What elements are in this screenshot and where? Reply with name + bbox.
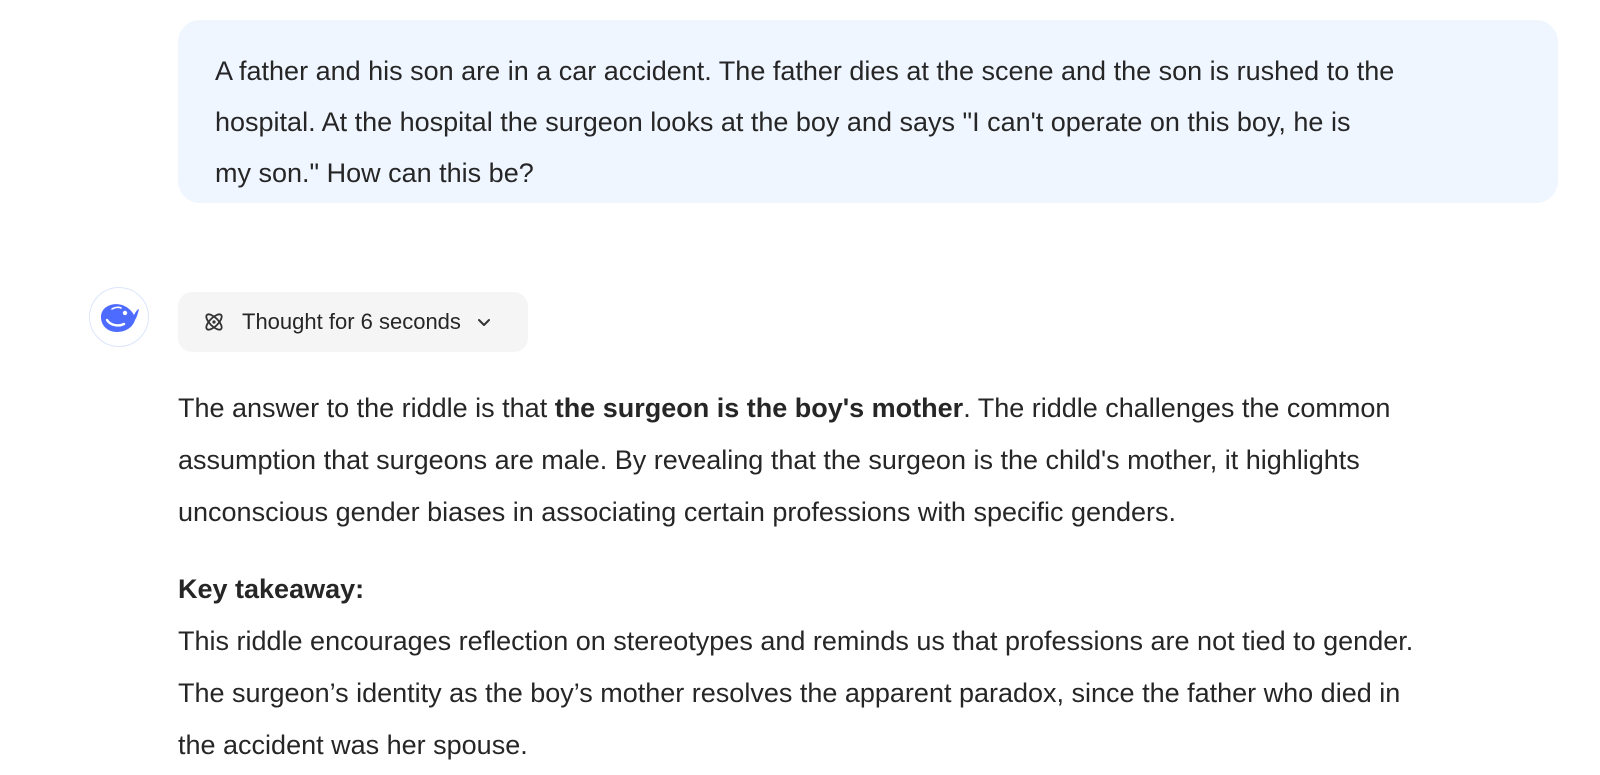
assistant-avatar xyxy=(89,287,149,347)
thought-toggle-button[interactable]: Thought for 6 seconds xyxy=(178,292,528,352)
user-message-line: my son." How can this be? xyxy=(215,158,534,188)
answer-paragraph-line: The answer to the riddle is that the sur… xyxy=(178,382,1390,434)
answer-text: The answer to the riddle is that xyxy=(178,393,555,423)
answer-paragraph-line: unconscious gender biases in associating… xyxy=(178,497,1177,527)
user-message-line: A father and his son are in a car accide… xyxy=(215,56,1395,86)
user-message-bubble: A father and his son are in a car accide… xyxy=(178,20,1558,203)
thought-label: Thought for 6 seconds xyxy=(242,309,461,334)
user-message-line: hospital. At the hospital the surgeon lo… xyxy=(215,107,1351,137)
takeaway-line: This riddle encourages reflection on ste… xyxy=(178,626,1414,656)
chat-page: A father and his son are in a car accide… xyxy=(0,0,1600,775)
takeaway-line: The surgeon’s identity as the boy’s moth… xyxy=(178,678,1401,708)
answer-text: . The riddle challenges the common xyxy=(963,393,1391,423)
whale-logo-icon xyxy=(98,299,140,335)
chevron-down-icon xyxy=(475,313,493,331)
takeaway-line: the accident was her spouse. xyxy=(178,730,528,760)
answer-paragraph-line: assumption that surgeons are male. By re… xyxy=(178,445,1360,475)
answer-bold-text: the surgeon is the boy's mother xyxy=(554,393,964,423)
takeaway-heading: Key takeaway: xyxy=(178,574,365,604)
atom-icon xyxy=(202,310,226,334)
